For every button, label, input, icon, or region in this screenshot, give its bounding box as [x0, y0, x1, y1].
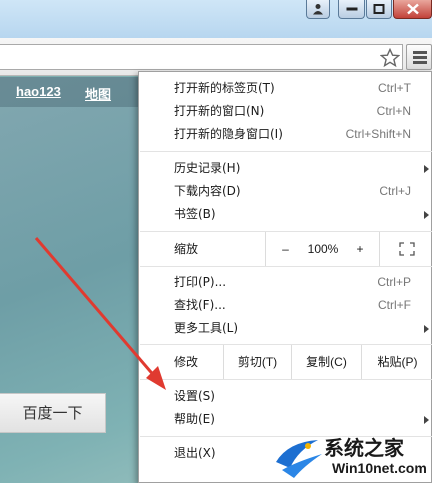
menu-divider — [140, 151, 432, 152]
paste-button[interactable]: 粘贴(P) — [361, 345, 432, 379]
menu-item-history[interactable]: 历史记录(H) — [139, 157, 432, 180]
baidu-search-button[interactable]: 百度一下 — [0, 393, 106, 433]
maximize-button[interactable] — [366, 0, 392, 19]
menu-item-new-incognito-window[interactable]: 打开新的隐身窗口(I) Ctrl+Shift+N — [139, 123, 432, 146]
menu-item-more-tools[interactable]: 更多工具(L) — [139, 317, 432, 340]
menu-item-print[interactable]: 打印(P)... Ctrl+P — [139, 271, 432, 294]
submenu-arrow-icon — [424, 165, 429, 173]
submenu-arrow-icon — [424, 416, 429, 424]
fullscreen-icon — [398, 242, 415, 256]
menu-divider — [140, 266, 432, 267]
zoom-label: 缩放 — [174, 242, 199, 256]
menu-item-bookmarks[interactable]: 书签(B) — [139, 203, 432, 226]
menu-item-new-tab[interactable]: 打开新的标签页(T) Ctrl+T — [139, 77, 432, 100]
zoom-out-button[interactable]: – — [265, 232, 305, 266]
menu-item-help[interactable]: 帮助(E) — [139, 408, 432, 431]
close-button[interactable] — [393, 0, 432, 19]
title-bar — [0, 0, 432, 38]
zoom-level: 100% — [307, 242, 339, 256]
menu-item-new-window[interactable]: 打开新的窗口(N) Ctrl+N — [139, 100, 432, 123]
menu-item-settings[interactable]: 设置(S) — [139, 385, 432, 408]
copy-button[interactable]: 复制(C) — [291, 345, 361, 379]
bookmark-star-icon[interactable] — [380, 48, 400, 68]
minimize-button[interactable] — [338, 0, 365, 19]
user-profile-button[interactable] — [306, 0, 330, 19]
zoom-in-button[interactable]: + — [341, 232, 379, 266]
submenu-arrow-icon — [424, 211, 429, 219]
menu-item-find[interactable]: 查找(F)... Ctrl+F — [139, 294, 432, 317]
chrome-menu: 打开新的标签页(T) Ctrl+T 打开新的窗口(N) Ctrl+N 打开新的隐… — [138, 71, 432, 483]
watermark: 系统之家 Win10net.com — [268, 430, 432, 483]
edit-row: 修改 剪切(T) 复制(C) 粘贴(P) — [139, 345, 432, 379]
hamburger-icon — [413, 51, 427, 54]
user-icon — [313, 4, 323, 15]
maximize-icon — [373, 4, 385, 14]
edit-label: 修改 — [174, 355, 199, 369]
submenu-arrow-icon — [424, 325, 429, 333]
menu-divider — [140, 379, 432, 380]
zoom-row: 缩放 – 100% + — [139, 232, 432, 266]
watermark-logo-icon — [276, 440, 322, 478]
cut-button[interactable]: 剪切(T) — [223, 345, 291, 379]
close-icon — [406, 3, 419, 15]
nav-link-map[interactable]: 地图 — [85, 84, 111, 103]
address-bar[interactable] — [0, 44, 403, 70]
chrome-menu-button[interactable] — [406, 44, 432, 70]
nav-link-hao123[interactable]: hao123 — [16, 84, 61, 99]
minimize-icon — [346, 7, 357, 11]
menu-item-downloads[interactable]: 下载内容(D) Ctrl+J — [139, 180, 432, 203]
fullscreen-button[interactable] — [379, 232, 432, 266]
